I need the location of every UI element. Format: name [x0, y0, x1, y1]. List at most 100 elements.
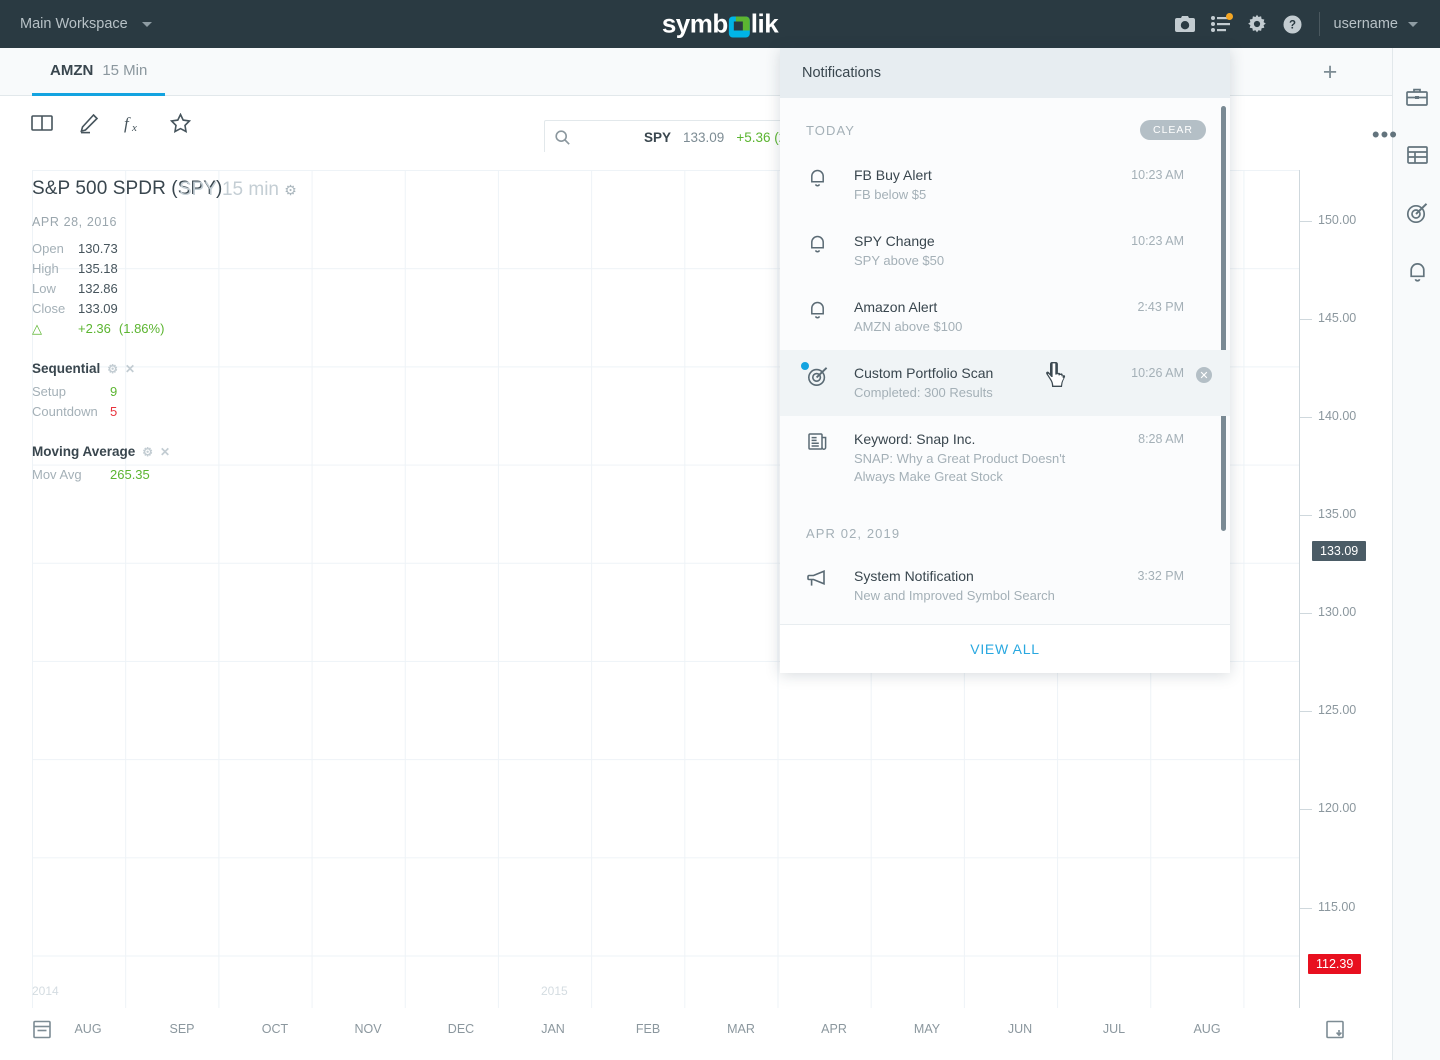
notification-time: 3:32 PM — [1137, 569, 1184, 583]
function-icon[interactable]: f x — [122, 110, 146, 136]
study-name: Sequential — [32, 361, 101, 376]
date-axis[interactable]: AUG SEP OCT NOV DEC JAN FEB MAR APR MAY … — [0, 1008, 1392, 1060]
chevron-down-icon — [141, 21, 152, 27]
notification-title: FB Buy Alert — [854, 167, 932, 183]
notification-title: System Notification — [854, 568, 974, 584]
y-tick: 145.00 — [1300, 311, 1356, 325]
help-icon[interactable]: ? — [1275, 0, 1311, 48]
workspace-selector[interactable]: Main Workspace — [20, 16, 152, 32]
x-tick: MAR — [727, 1022, 755, 1036]
gear-icon[interactable]: ⚙ — [142, 445, 153, 459]
table-icon[interactable] — [1393, 126, 1440, 184]
tab-amzn[interactable]: AMZN 15 Min — [32, 48, 166, 96]
notification-row[interactable]: FB Buy Alert FB below $5 10:23 AM — [780, 152, 1230, 218]
notification-time: 10:26 AM — [1131, 366, 1184, 380]
x-tick: DEC — [447, 1022, 475, 1036]
study-key: Countdown — [32, 404, 98, 419]
camera-icon[interactable] — [1167, 0, 1203, 48]
notification-time: 10:23 AM — [1131, 234, 1184, 248]
delta-value: +2.36 — [78, 321, 111, 336]
notification-subtitle: Completed: 300 Results — [854, 385, 993, 400]
clear-button[interactable]: CLEAR — [1139, 120, 1206, 140]
add-tab-button[interactable]: + — [1310, 48, 1350, 96]
notification-title: Amazon Alert — [854, 299, 938, 315]
group-label: TODAY — [806, 122, 856, 138]
notification-row[interactable]: SPY Change SPY above $50 10:23 AM — [780, 218, 1230, 284]
chart-tool-icons: f x — [30, 110, 192, 136]
study-key: Setup — [32, 384, 66, 399]
book-icon[interactable] — [30, 110, 54, 136]
notification-text: Keyword: Snap Inc. SNAP: Why a Great Pro… — [854, 430, 1112, 486]
notifications-list[interactable]: TODAY CLEAR FB Buy Alert FB below $5 10:… — [780, 98, 1230, 625]
ohlc-value: 132.86 — [78, 281, 118, 296]
chart-year-label-1: 2014 — [32, 984, 59, 998]
expand-icon[interactable] — [1326, 1020, 1344, 1044]
ohlc-key: High — [32, 261, 59, 276]
study-sequential: Sequential ⚙ ✕ Setup 9 Countdown 5 — [32, 361, 362, 422]
y-tick: 135.00 — [1300, 507, 1356, 521]
chart-info-overlay: S&P 500 SPDR (SPY) SPY 15 min ⚙ APR 28, … — [32, 178, 362, 485]
view-all-link[interactable]: VIEW ALL — [970, 641, 1039, 657]
star-icon[interactable] — [168, 110, 192, 136]
study-header: Sequential ⚙ ✕ — [32, 361, 362, 376]
overlay-gear-icon[interactable]: ⚙ — [284, 182, 297, 198]
notification-row[interactable]: Amazon Alert AMZN above $100 2:43 PM — [780, 284, 1230, 350]
x-tick: SEP — [169, 1022, 195, 1036]
target-icon[interactable] — [1393, 184, 1440, 242]
tab-interval: 15 Min — [102, 62, 148, 79]
calendar-icon[interactable] — [33, 1020, 51, 1044]
chart-year-label-2: 2015 — [541, 984, 568, 998]
svg-text:?: ? — [1289, 19, 1296, 31]
top-icon-group: ? username — [1167, 0, 1440, 48]
username-label: username — [1333, 16, 1398, 32]
x-tick: JUL — [1102, 1022, 1126, 1036]
ohlc-row: Open 130.73 — [32, 239, 362, 259]
ohlc-key: Open — [32, 241, 64, 256]
study-row: Mov Avg 265.35 — [32, 465, 362, 485]
user-menu[interactable]: username — [1334, 16, 1418, 32]
notification-row-selected[interactable]: Custom Portfolio Scan Completed: 300 Res… — [780, 350, 1230, 416]
overlay-symbol: SPY — [179, 179, 217, 200]
notification-time: 8:28 AM — [1138, 432, 1184, 446]
close-icon[interactable]: ✕ — [160, 445, 170, 459]
notification-subtitle: FB below $5 — [854, 187, 927, 202]
notification-row[interactable]: Keyword: Snap Inc. SNAP: Why a Great Pro… — [780, 416, 1230, 500]
notification-group-header: TODAY CLEAR — [780, 98, 1230, 152]
ohlc-row: Close 133.09 — [32, 299, 362, 319]
notification-title: SPY Change — [854, 233, 935, 249]
bell-icon[interactable] — [1393, 242, 1440, 300]
watchlist-icon[interactable] — [1203, 0, 1239, 48]
chevron-down-icon — [1408, 21, 1418, 27]
notifications-header: Notifications — [780, 48, 1230, 98]
app-logo: symb lik — [662, 9, 779, 40]
overlay-interval: 15 min — [221, 179, 279, 200]
gear-icon[interactable] — [1239, 0, 1275, 48]
ohlc-value: 130.73 — [78, 241, 118, 256]
briefcase-icon[interactable] — [1393, 68, 1440, 126]
x-tick: MAY — [913, 1022, 941, 1036]
alert-price-marker: 112.39 — [1308, 954, 1362, 974]
x-tick: JUN — [1007, 1022, 1033, 1036]
y-tick: 130.00 — [1300, 605, 1356, 619]
close-icon[interactable]: ✕ — [125, 362, 135, 376]
ohlc-value: 135.18 — [78, 261, 118, 276]
notification-group-header: APR 02, 2019 — [780, 500, 1230, 553]
chart-more-menu[interactable]: ••• — [1372, 124, 1398, 146]
notification-row[interactable]: Sequential CD 9 2:56 PM — [780, 619, 1230, 624]
ohlc-block: Open 130.73 High 135.18 Low 132.86 Close… — [32, 239, 362, 339]
notification-text: FB Buy Alert FB below $5 — [854, 166, 1112, 204]
x-tick: NOV — [354, 1022, 382, 1036]
quote-last: 133.09 — [683, 129, 725, 145]
notification-time: 10:23 AM — [1131, 168, 1184, 182]
price-axis[interactable]: 150.00 145.00 140.00 135.00 133.09 130.0… — [1300, 152, 1392, 1060]
search-icon — [555, 129, 570, 145]
notification-row[interactable]: System Notification New and Improved Sym… — [780, 553, 1230, 619]
dismiss-notification-button[interactable]: ✕ — [1196, 367, 1212, 383]
last-price-marker: 133.09 — [1312, 541, 1367, 561]
notification-text: Custom Portfolio Scan Completed: 300 Res… — [854, 364, 1112, 402]
news-icon — [780, 430, 854, 451]
tab-symbol: AMZN — [50, 62, 94, 79]
pencil-icon[interactable] — [76, 110, 100, 136]
bell-icon — [780, 232, 854, 253]
gear-icon[interactable]: ⚙ — [107, 362, 118, 376]
